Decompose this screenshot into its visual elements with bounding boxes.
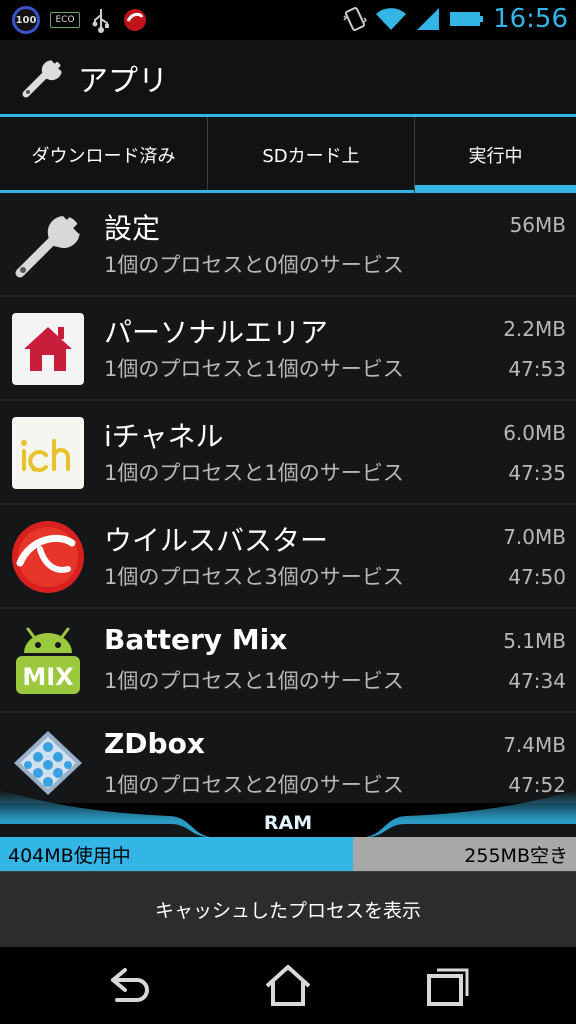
battery-100-icon: 100 [12, 6, 40, 34]
tab-selected-indicator [415, 185, 576, 193]
usb-icon [92, 9, 109, 33]
list-item[interactable]: MIX Battery Mix 1個のプロセスと1個のサービス 5.1MB 47… [0, 609, 576, 713]
back-icon [111, 968, 149, 1002]
app-name: ZDbox [104, 727, 205, 760]
home-nav-icon [265, 965, 311, 1006]
app-memory: 56MB [509, 213, 566, 237]
app-memory: 5.1MB [503, 629, 566, 653]
ram-used: 404MB使用中 [0, 837, 354, 871]
tab-downloaded[interactable]: ダウンロード済み [0, 117, 207, 193]
tab-sd-card[interactable]: SDカード上 [207, 117, 414, 193]
app-memory: 2.2MB [503, 317, 566, 341]
page-title: アプリ [78, 64, 168, 99]
app-memory: 6.0MB [503, 421, 566, 445]
app-name: iチャネル [104, 420, 224, 453]
app-process-info: 1個のプロセスと0個のサービス [104, 253, 404, 277]
action-bar: アプリ [0, 40, 576, 114]
ram-label: RAM [263, 812, 313, 834]
app-process-info: 1個のプロセスと1個のサービス [104, 669, 404, 693]
status-bar: 100 ECO 16:56 [0, 0, 576, 40]
battery-mix-icon: MIX [16, 627, 80, 694]
app-name: 設定 [104, 212, 161, 245]
list-item[interactable]: パーソナルエリア 1個のプロセスと1個のサービス 2.2MB 47:53 [0, 297, 576, 401]
status-notifications: 100 ECO [12, 6, 148, 34]
show-cached-processes-button[interactable]: キャッシュしたプロセスを表示 [0, 871, 576, 947]
app-uptime: 47:53 [508, 357, 566, 381]
status-system: 16:56 [341, 4, 568, 34]
app-process-info: 1個のプロセスと3個のサービス [104, 565, 404, 589]
list-item[interactable]: ウイルスバスター 1個のプロセスと3個のサービス 7.0MB 47:50 [0, 505, 576, 609]
antivirus-icon [124, 9, 146, 31]
home-button[interactable] [258, 961, 318, 1011]
app-uptime: 47:35 [508, 461, 566, 485]
signal-icon [417, 8, 440, 30]
app-process-info: 1個のプロセスと1個のサービス [104, 357, 404, 381]
clock: 16:56 [493, 4, 568, 34]
app-name: Battery Mix [104, 623, 288, 656]
tab-running[interactable]: 実行中 [414, 117, 576, 193]
wrench-icon[interactable] [20, 54, 66, 100]
app-process-info: 1個のプロセスと1個のサービス [104, 461, 404, 485]
list-item[interactable]: 設定 1個のプロセスと0個のサービス 56MB [0, 193, 576, 297]
battery-icon [450, 12, 484, 26]
app-name: ウイルスバスター [104, 524, 329, 557]
running-app-list: 設定 1個のプロセスと0個のサービス 56MB パーソナルエリア 1個のプロセス… [0, 193, 576, 803]
virusbuster-icon [12, 521, 84, 593]
app-memory: 7.4MB [503, 733, 566, 757]
recent-apps-button[interactable] [418, 961, 478, 1011]
svg-text:MIX: MIX [22, 663, 74, 691]
tab-bar: ダウンロード済み SDカード上 実行中 [0, 117, 576, 193]
navigation-bar [0, 947, 576, 1024]
home-icon [12, 313, 84, 385]
app-memory: 7.0MB [503, 525, 566, 549]
ichannel-icon [12, 417, 84, 489]
back-button[interactable] [98, 961, 158, 1011]
recent-apps-icon [427, 968, 469, 1006]
wifi-icon [376, 8, 407, 31]
ram-usage-bar: 404MB使用中 255MB空き [0, 837, 576, 871]
app-uptime: 47:34 [508, 669, 566, 693]
app-uptime: 47:50 [508, 565, 566, 589]
tab-running-label: 実行中 [468, 146, 523, 167]
vibrate-icon [343, 7, 368, 31]
app-name: パーソナルエリア [104, 316, 329, 349]
list-item[interactable]: iチャネル 1個のプロセスと1個のサービス 6.0MB 47:35 [0, 401, 576, 505]
eco-icon: ECO [50, 12, 80, 28]
ram-free: 255MB空き [353, 837, 576, 871]
settings-wrench-icon [15, 207, 86, 278]
